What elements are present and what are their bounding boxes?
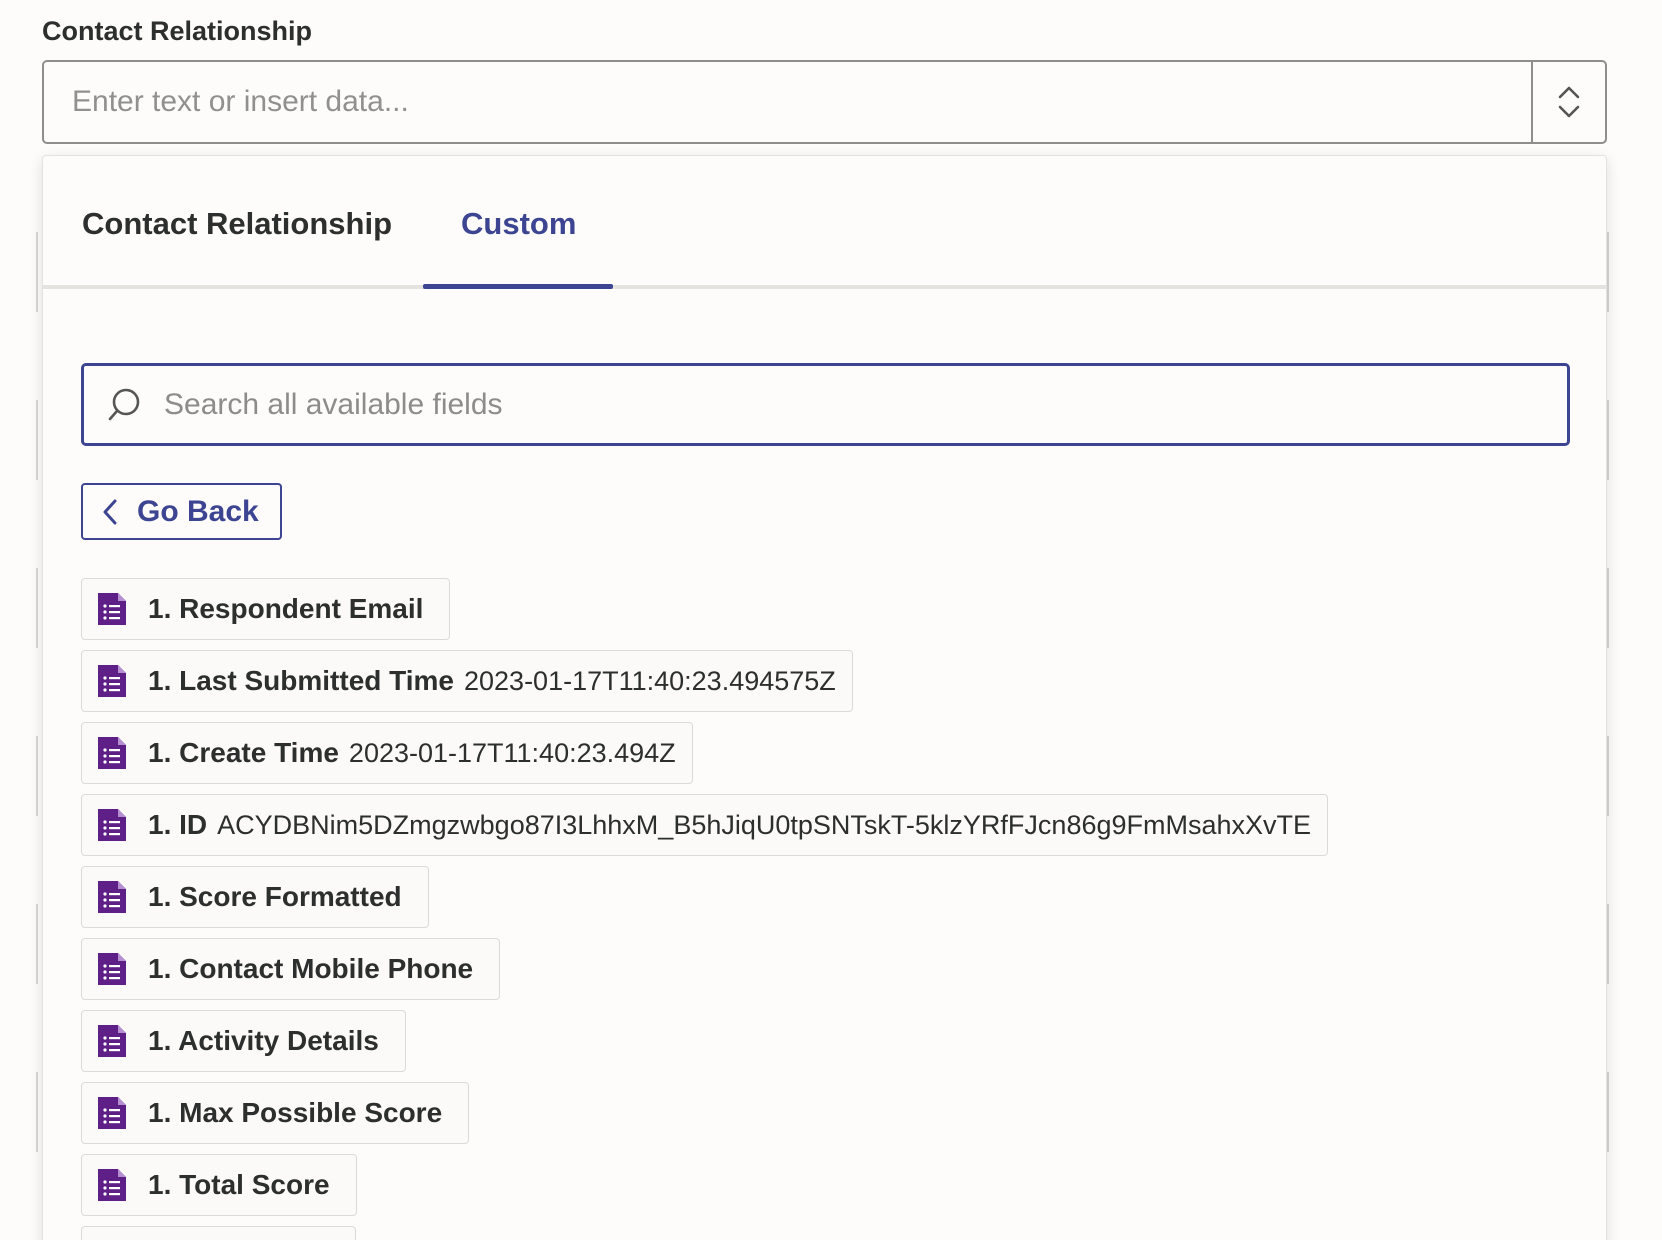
list-item[interactable]: 1. Last Submitted Time 2023-01-17T11:40:… [81, 650, 853, 712]
field-name: 1. Activity Details [148, 1025, 379, 1056]
background-edge [1607, 736, 1609, 816]
background-edge [36, 568, 38, 648]
go-back-label: Go Back [137, 494, 259, 528]
contact-relationship-field[interactable]: Enter text or insert data... [42, 60, 1607, 144]
list-item[interactable]: 1. Activity Details [81, 1010, 406, 1072]
field-name: 1. Max Possible Score [148, 1097, 443, 1128]
background-edge [36, 232, 38, 312]
google-forms-icon [98, 1097, 126, 1129]
page: Contact Relationship Enter text or inser… [0, 0, 1662, 1240]
background-edge [1607, 1072, 1609, 1152]
list-item[interactable]: 1. Create Time 2023-01-17T11:40:23.494Z [81, 722, 693, 784]
field-list: 1. Respondent Email 1. Last Submitted Ti… [81, 578, 1329, 1240]
google-forms-icon [98, 953, 126, 985]
field-value: 2023-01-17T11:40:23.494Z [348, 737, 676, 768]
list-item[interactable]: 1. Contact Mobile Phone [81, 938, 501, 1000]
tab-bar: Contact Relationship Custom [43, 156, 1606, 289]
contact-relationship-input[interactable]: Enter text or insert data... [44, 62, 1531, 142]
list-item-partial[interactable] [81, 1226, 356, 1240]
search-icon [108, 388, 140, 420]
field-name: 1. Respondent Email [148, 593, 424, 624]
google-forms-icon [98, 809, 126, 841]
background-edge [36, 904, 38, 984]
field-name: 1. ID [148, 809, 208, 840]
list-item[interactable]: 1. Max Possible Score [81, 1082, 470, 1144]
google-forms-icon [98, 665, 126, 697]
background-edge [36, 400, 38, 480]
background-edge [36, 736, 38, 816]
search-placeholder: Search all available fields [164, 387, 503, 421]
active-tab-indicator [423, 284, 613, 289]
search-fields-input[interactable]: Search all available fields [81, 363, 1570, 446]
search-icon-container [84, 366, 164, 443]
google-forms-icon [98, 881, 126, 913]
background-edge [1607, 232, 1609, 312]
go-back-button[interactable]: Go Back [81, 483, 282, 540]
field-picker-dropdown: Contact Relationship Custom Search all a… [42, 155, 1607, 1240]
list-item[interactable]: 1. Total Score [81, 1154, 357, 1216]
field-label: Contact Relationship [42, 16, 313, 46]
list-item[interactable]: 1. Respondent Email [81, 578, 451, 640]
list-item[interactable]: 1. ID ACYDBNim5DZmgzwbgo87I3LhhxM_B5hJiq… [81, 794, 1329, 856]
background-edge [1607, 568, 1609, 648]
tab-custom[interactable]: Custom [461, 206, 576, 242]
field-value: ACYDBNim5DZmgzwbgo87I3LhhxM_B5hJiqU0tpSN… [217, 809, 1312, 840]
background-edge [1607, 904, 1609, 984]
list-item[interactable]: 1. Score Formatted [81, 866, 429, 928]
field-name: 1. Score Formatted [148, 881, 402, 912]
chevron-left-icon [103, 499, 117, 524]
tab-contact-relationship[interactable]: Contact Relationship [82, 206, 392, 242]
field-name: 1. Create Time [148, 737, 339, 768]
field-name: 1. Total Score [148, 1169, 330, 1200]
google-forms-icon [98, 737, 126, 769]
chevron-up-down-icon [1558, 86, 1580, 118]
field-name: 1. Last Submitted Time [148, 665, 454, 696]
field-value: 2023-01-17T11:40:23.494575Z [464, 665, 836, 696]
background-edge [1607, 400, 1609, 480]
background-edge [36, 1072, 38, 1152]
google-forms-icon [98, 1025, 126, 1057]
dropdown-toggle-button[interactable] [1531, 62, 1605, 142]
google-forms-icon [98, 593, 126, 625]
field-name: 1. Contact Mobile Phone [148, 953, 474, 984]
google-forms-icon [98, 1169, 126, 1201]
